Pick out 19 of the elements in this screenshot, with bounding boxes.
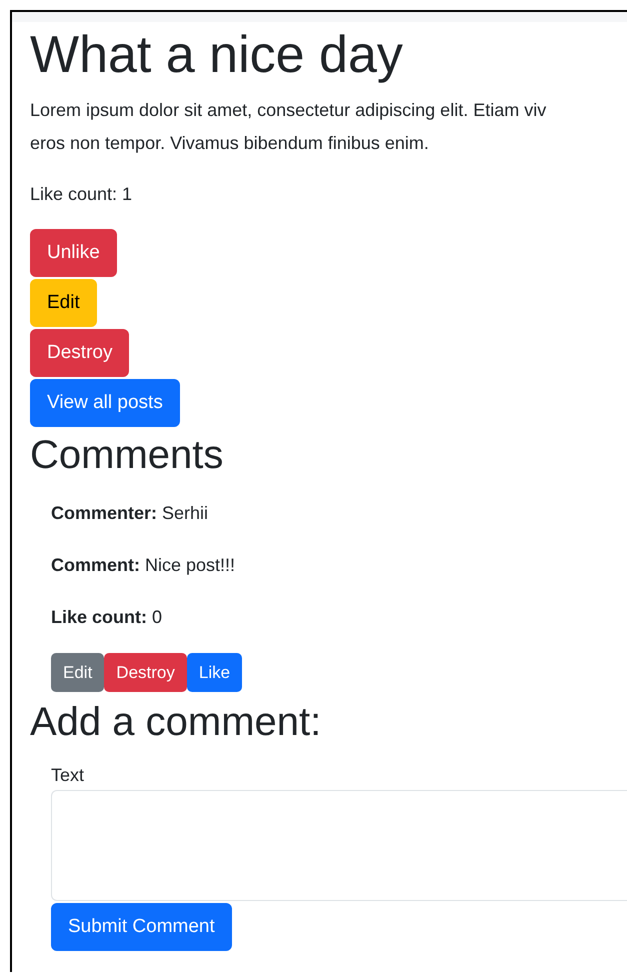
add-comment-heading: Add a comment:	[30, 700, 322, 744]
like-count: Like count: 1	[30, 183, 134, 206]
post-action-button[interactable]: Edit	[30, 279, 97, 327]
post-body-line: Lorem ipsum dolor sit amet, consectetur adipiscing elit. Etiam viv	[30, 99, 548, 122]
submit-button[interactable]: Submit Comment	[51, 903, 232, 951]
post-action-button[interactable]: Destroy	[30, 329, 130, 377]
comment-field: Like count: 0	[51, 601, 627, 634]
comment-action-button[interactable]: Like	[186, 653, 242, 692]
comments-heading: Comments	[30, 433, 224, 477]
comment-action-button[interactable]: Edit	[51, 653, 104, 692]
post-body-line: eros non tempor. Vivamus bibendum finibus enim.	[30, 132, 430, 155]
text-field[interactable]	[51, 790, 627, 901]
comment-field: Commenter: Serhii	[51, 497, 627, 530]
post-action-button[interactable]: Unlike	[30, 229, 117, 277]
field-label: Text	[51, 764, 84, 787]
comment-action-button[interactable]: Destroy	[104, 653, 187, 692]
post-title: What a nice day	[30, 25, 404, 86]
post-action-button[interactable]: View all posts	[30, 379, 180, 427]
comment-field: Comment: Nice post!!!	[51, 549, 627, 582]
